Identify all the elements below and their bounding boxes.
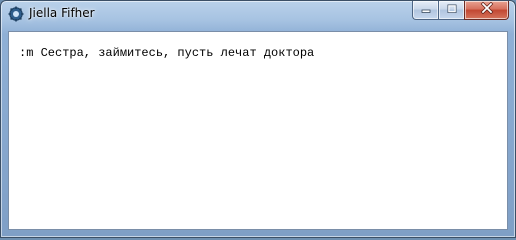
close-icon [480,1,494,19]
window-title: Jiella Fifher [29,6,95,20]
maximize-icon [446,1,458,19]
close-button[interactable] [464,1,509,20]
maximize-button[interactable] [438,1,464,20]
minimize-icon [420,1,432,19]
title-bar[interactable]: Jiella Fifher [1,1,515,27]
minimize-button[interactable] [412,1,438,20]
text-line: :m Сестра, займитесь, пусть лечат доктор… [19,46,315,60]
gear-icon[interactable] [8,6,24,22]
app-window: Jiella Fifher:m Сестра, займитесь, пуст… [0,0,516,238]
content-area[interactable]: :m Сестра, займитесь, пусть лечат доктор… [8,31,508,230]
window-controls [412,1,509,20]
